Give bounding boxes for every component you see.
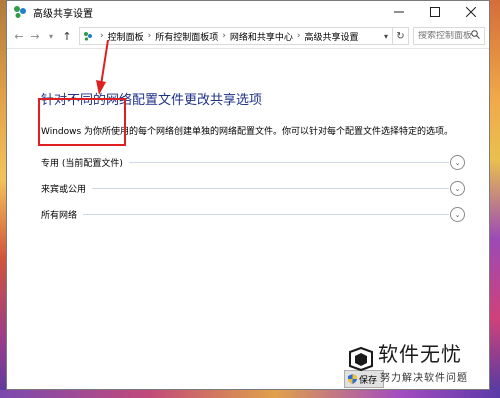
section-label: 专用 (当前配置文件) <box>41 158 123 169</box>
address-dropdown-chevron-icon[interactable]: ▾ <box>380 32 392 41</box>
advanced-sharing-window: 高级共享设置 ← → ▾ ↑ › 控制面板 › 所有控制面板项 › 网络和共享中… <box>6 0 490 390</box>
search-box[interactable] <box>413 27 485 45</box>
search-icon[interactable] <box>471 30 480 42</box>
back-arrow-icon[interactable]: ← <box>11 28 27 44</box>
refresh-icon[interactable]: ↻ <box>393 27 409 45</box>
breadcrumb-separator: › <box>296 31 301 41</box>
window-title: 高级共享设置 <box>33 8 93 20</box>
watermark-logo-icon <box>349 346 373 372</box>
watermark-title: 软件无忧 <box>378 342 462 366</box>
section-divider <box>92 187 449 189</box>
profile-sections: 专用 (当前配置文件) ⌄ 来宾或公用 ⌄ 所有网络 ⌄ <box>41 149 489 227</box>
section-private-profile[interactable]: 专用 (当前配置文件) ⌄ <box>41 149 489 175</box>
network-app-icon <box>12 4 28 20</box>
section-divider <box>83 213 449 215</box>
section-all-networks[interactable]: 所有网络 ⌄ <box>41 201 489 227</box>
up-arrow-icon[interactable]: ↑ <box>59 28 75 44</box>
highlight-box <box>38 98 126 146</box>
breadcrumb-item[interactable]: 控制面板 <box>108 30 144 43</box>
address-bar[interactable]: › 控制面板 › 所有控制面板项 › 网络和共享中心 › 高级共享设置 ▾ <box>79 27 393 45</box>
desktop-wallpaper-bottom <box>0 390 500 398</box>
watermark: 软件无忧 努力解决软件问题 <box>346 338 486 388</box>
forward-arrow-icon[interactable]: → <box>27 28 43 44</box>
breadcrumb-separator: › <box>147 31 152 41</box>
watermark-subtitle: 努力解决软件问题 <box>380 373 468 384</box>
breadcrumb-item[interactable]: 高级共享设置 <box>304 30 358 43</box>
section-label: 所有网络 <box>41 210 78 221</box>
breadcrumb-item[interactable]: 网络和共享中心 <box>230 30 293 43</box>
search-input[interactable] <box>418 31 472 41</box>
section-divider <box>128 161 449 163</box>
breadcrumb-separator: › <box>222 31 226 41</box>
title-bar[interactable]: 高级共享设置 <box>7 1 489 24</box>
breadcrumb-separator: › <box>100 31 104 41</box>
minimize-button[interactable] <box>381 1 417 23</box>
section-guest-public[interactable]: 来宾或公用 ⌄ <box>41 175 489 201</box>
expand-chevron-icon[interactable]: ⌄ <box>450 181 465 196</box>
desktop-wallpaper-right <box>490 0 500 398</box>
expand-chevron-icon[interactable]: ⌄ <box>450 207 465 222</box>
control-panel-icon <box>83 31 93 41</box>
expand-chevron-icon[interactable]: ⌄ <box>450 155 465 170</box>
recent-locations-chevron-icon[interactable]: ▾ <box>43 28 59 44</box>
section-label: 来宾或公用 <box>41 184 87 195</box>
breadcrumb-item[interactable]: 所有控制面板项 <box>155 30 218 43</box>
close-button[interactable] <box>453 1 489 23</box>
maximize-button[interactable] <box>417 1 453 23</box>
address-row: ← → ▾ ↑ › 控制面板 › 所有控制面板项 › 网络和共享中心 › 高级共… <box>7 24 489 49</box>
